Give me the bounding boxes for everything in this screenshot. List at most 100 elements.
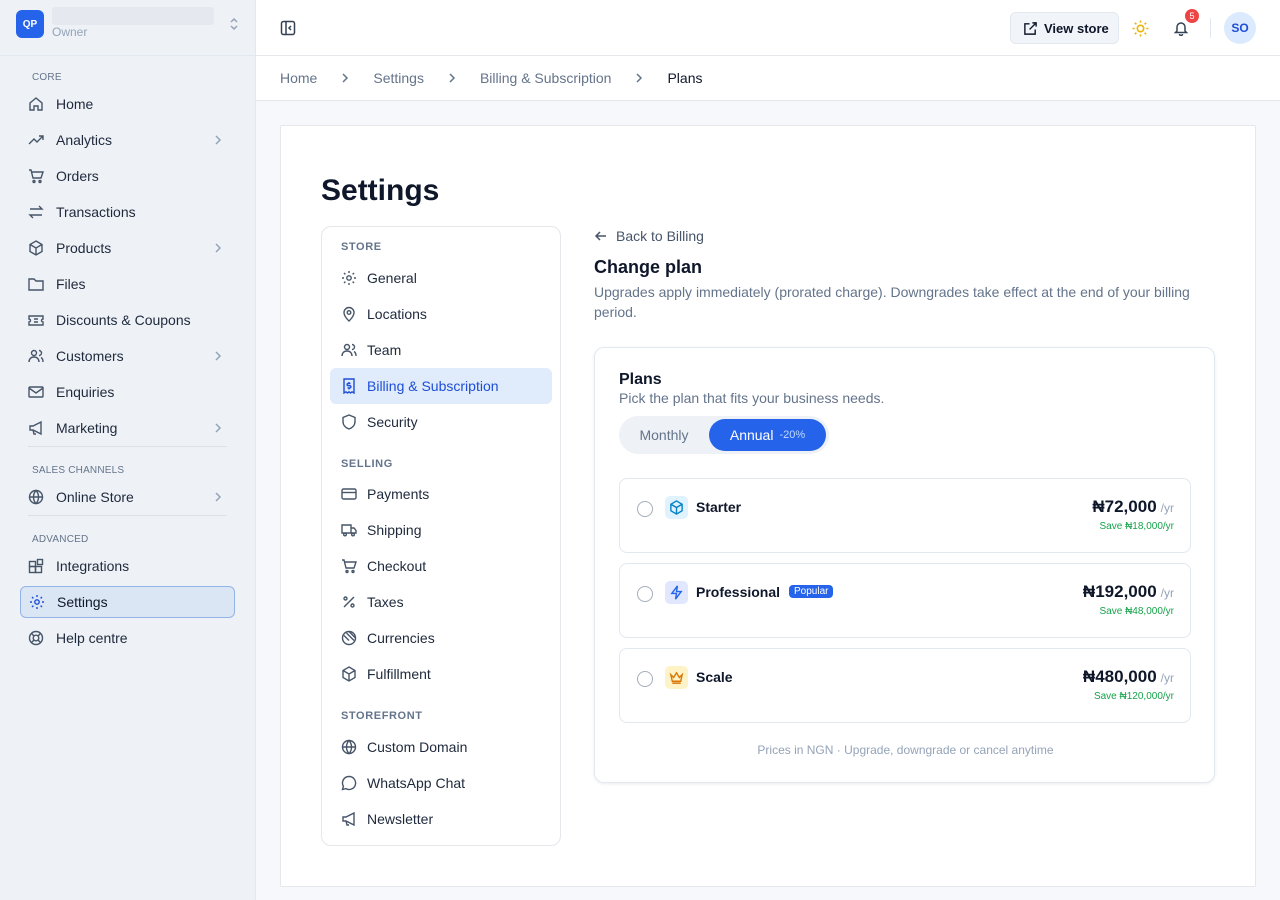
toggle-annual[interactable]: Annual -20%: [709, 419, 826, 451]
trend-icon: [28, 135, 44, 145]
settings-item-label: Team: [367, 342, 402, 358]
plans-subtitle: Pick the plan that fits your business ne…: [619, 390, 885, 406]
settings-item-label: Shipping: [367, 522, 422, 538]
settings-item-label: Billing & Subscription: [367, 378, 499, 394]
settings-item-custom-domain[interactable]: Custom Domain: [330, 729, 552, 765]
settings-item-label: Checkout: [367, 558, 427, 574]
sidebar-toggle-icon[interactable]: [280, 20, 296, 36]
view-store-button[interactable]: View store: [1010, 12, 1119, 44]
settings-item-newsletter[interactable]: Newsletter: [330, 801, 552, 837]
globe-icon: [341, 739, 357, 755]
sidebar-item-files[interactable]: Files: [20, 268, 235, 300]
breadcrumb-billing[interactable]: Billing & Subscription: [480, 70, 612, 86]
plans-title: Plans: [619, 371, 662, 388]
settings-item-label: WhatsApp Chat: [367, 775, 466, 791]
cart-icon: [342, 559, 357, 574]
gear-icon: [342, 271, 356, 285]
workspace-name-placeholder: [52, 7, 214, 25]
percent-icon: [343, 596, 355, 608]
cube-icon: [670, 500, 683, 515]
chevron-right-icon: [342, 73, 349, 83]
settings-item-locations[interactable]: Locations: [330, 296, 552, 332]
settings-item-checkout[interactable]: Checkout: [330, 548, 552, 584]
sidebar-item-online-store[interactable]: Online Store: [20, 481, 235, 513]
settings-item-label: Security: [367, 414, 418, 430]
settings-card: Settings STORE General Locations Team Bi…: [280, 125, 1256, 887]
megaphone-icon: [29, 420, 42, 436]
coins-icon: [341, 630, 357, 646]
breadcrumb-current: Plans: [667, 70, 703, 86]
workspace-switcher[interactable]: QP Owner: [16, 7, 240, 40]
plan-card-starter[interactable]: Starter ₦72,000/yr Save ₦18,000/yr: [619, 478, 1191, 553]
plan-radio[interactable]: [637, 671, 653, 687]
ticket-icon: [28, 315, 44, 326]
plan-name: Scale: [696, 669, 733, 685]
sidebar-item-marketing[interactable]: Marketing: [20, 412, 235, 444]
sidebar-item-label: Settings: [57, 594, 108, 610]
avatar[interactable]: SO: [1224, 12, 1256, 44]
plan-card-professional[interactable]: Professional Popular ₦192,000/yr Save ₦4…: [619, 563, 1191, 638]
sidebar-item-customers[interactable]: Customers: [20, 340, 235, 372]
settings-item-label: General: [367, 270, 417, 286]
settings-item-general[interactable]: General: [330, 260, 552, 296]
settings-item-team[interactable]: Team: [330, 332, 552, 368]
page-title: Settings: [321, 174, 440, 207]
settings-item-currencies[interactable]: Currencies: [330, 620, 552, 656]
settings-item-payments[interactable]: Payments: [330, 476, 552, 512]
plan-icon-wrap: [665, 666, 688, 689]
settings-group-storefront: STOREFRONT: [341, 710, 423, 722]
arrow-left-icon: [594, 231, 606, 241]
settings-nav: STORE General Locations Team Billing & S…: [321, 226, 561, 846]
workspace-logo: QP: [16, 10, 44, 38]
lifebuoy-icon: [28, 630, 44, 646]
sidebar-item-transactions[interactable]: Transactions: [20, 196, 235, 228]
home-icon: [29, 97, 43, 111]
plan-icon-wrap: [665, 496, 688, 519]
bell-icon[interactable]: [1173, 20, 1189, 36]
sidebar-item-products[interactable]: Products: [20, 232, 235, 264]
settings-item-security[interactable]: Security: [330, 404, 552, 440]
plan-price: ₦192,000/yr: [1083, 582, 1174, 602]
sidebar-item-analytics[interactable]: Analytics: [20, 124, 235, 156]
topbar-divider: [1210, 18, 1211, 38]
cart-icon: [29, 169, 44, 184]
billing-period-toggle: Monthly Annual -20%: [619, 416, 829, 454]
sidebar-item-label: Integrations: [56, 558, 130, 574]
box-icon: [29, 240, 43, 256]
plan-price: ₦480,000/yr: [1083, 667, 1174, 687]
settings-item-fulfillment[interactable]: Fulfillment: [330, 656, 552, 692]
box-icon: [342, 666, 356, 682]
plan-period: /yr: [1160, 586, 1174, 600]
settings-item-taxes[interactable]: Taxes: [330, 584, 552, 620]
sidebar-item-label: Home: [56, 96, 94, 112]
breadcrumb-home[interactable]: Home: [280, 70, 317, 86]
plans-panel: Plans Pick the plan that fits your busin…: [594, 347, 1215, 783]
sidebar-item-label: Online Store: [56, 489, 134, 505]
sidebar-item-settings[interactable]: Settings: [20, 586, 235, 618]
arrows-icon: [28, 205, 44, 219]
settings-item-whatsapp-chat[interactable]: WhatsApp Chat: [330, 765, 552, 801]
plan-icon-wrap: [665, 581, 688, 604]
sidebar-item-enquiries[interactable]: Enquiries: [20, 376, 235, 408]
plans-footer-note: Prices in NGN · Upgrade, downgrade or ca…: [757, 743, 1054, 757]
shield-icon: [342, 414, 356, 430]
breadcrumb-settings[interactable]: Settings: [373, 70, 424, 86]
chevron-right-icon: [215, 135, 222, 145]
sidebar-item-label: Products: [56, 240, 112, 256]
sun-icon[interactable]: [1132, 20, 1149, 37]
plan-card-scale[interactable]: Scale ₦480,000/yr Save ₦120,000/yr: [619, 648, 1191, 723]
toggle-monthly[interactable]: Monthly: [619, 416, 709, 454]
sidebar-item-home[interactable]: Home: [20, 88, 235, 120]
plan-name: Starter: [696, 499, 742, 515]
plan-radio[interactable]: [637, 501, 653, 517]
sidebar-item-label: Enquiries: [56, 384, 115, 400]
sidebar-item-integrations[interactable]: Integrations: [20, 550, 235, 582]
sidebar-item-help-centre[interactable]: Help centre: [20, 622, 235, 654]
back-to-billing-link[interactable]: Back to Billing: [594, 228, 704, 244]
settings-item-shipping[interactable]: Shipping: [330, 512, 552, 548]
plan-radio[interactable]: [637, 586, 653, 602]
sidebar-item-orders[interactable]: Orders: [20, 160, 235, 192]
settings-item-billing[interactable]: Billing & Subscription: [330, 368, 552, 404]
sidebar-divider: [0, 55, 256, 56]
sidebar-item-discounts[interactable]: Discounts & Coupons: [20, 304, 235, 336]
